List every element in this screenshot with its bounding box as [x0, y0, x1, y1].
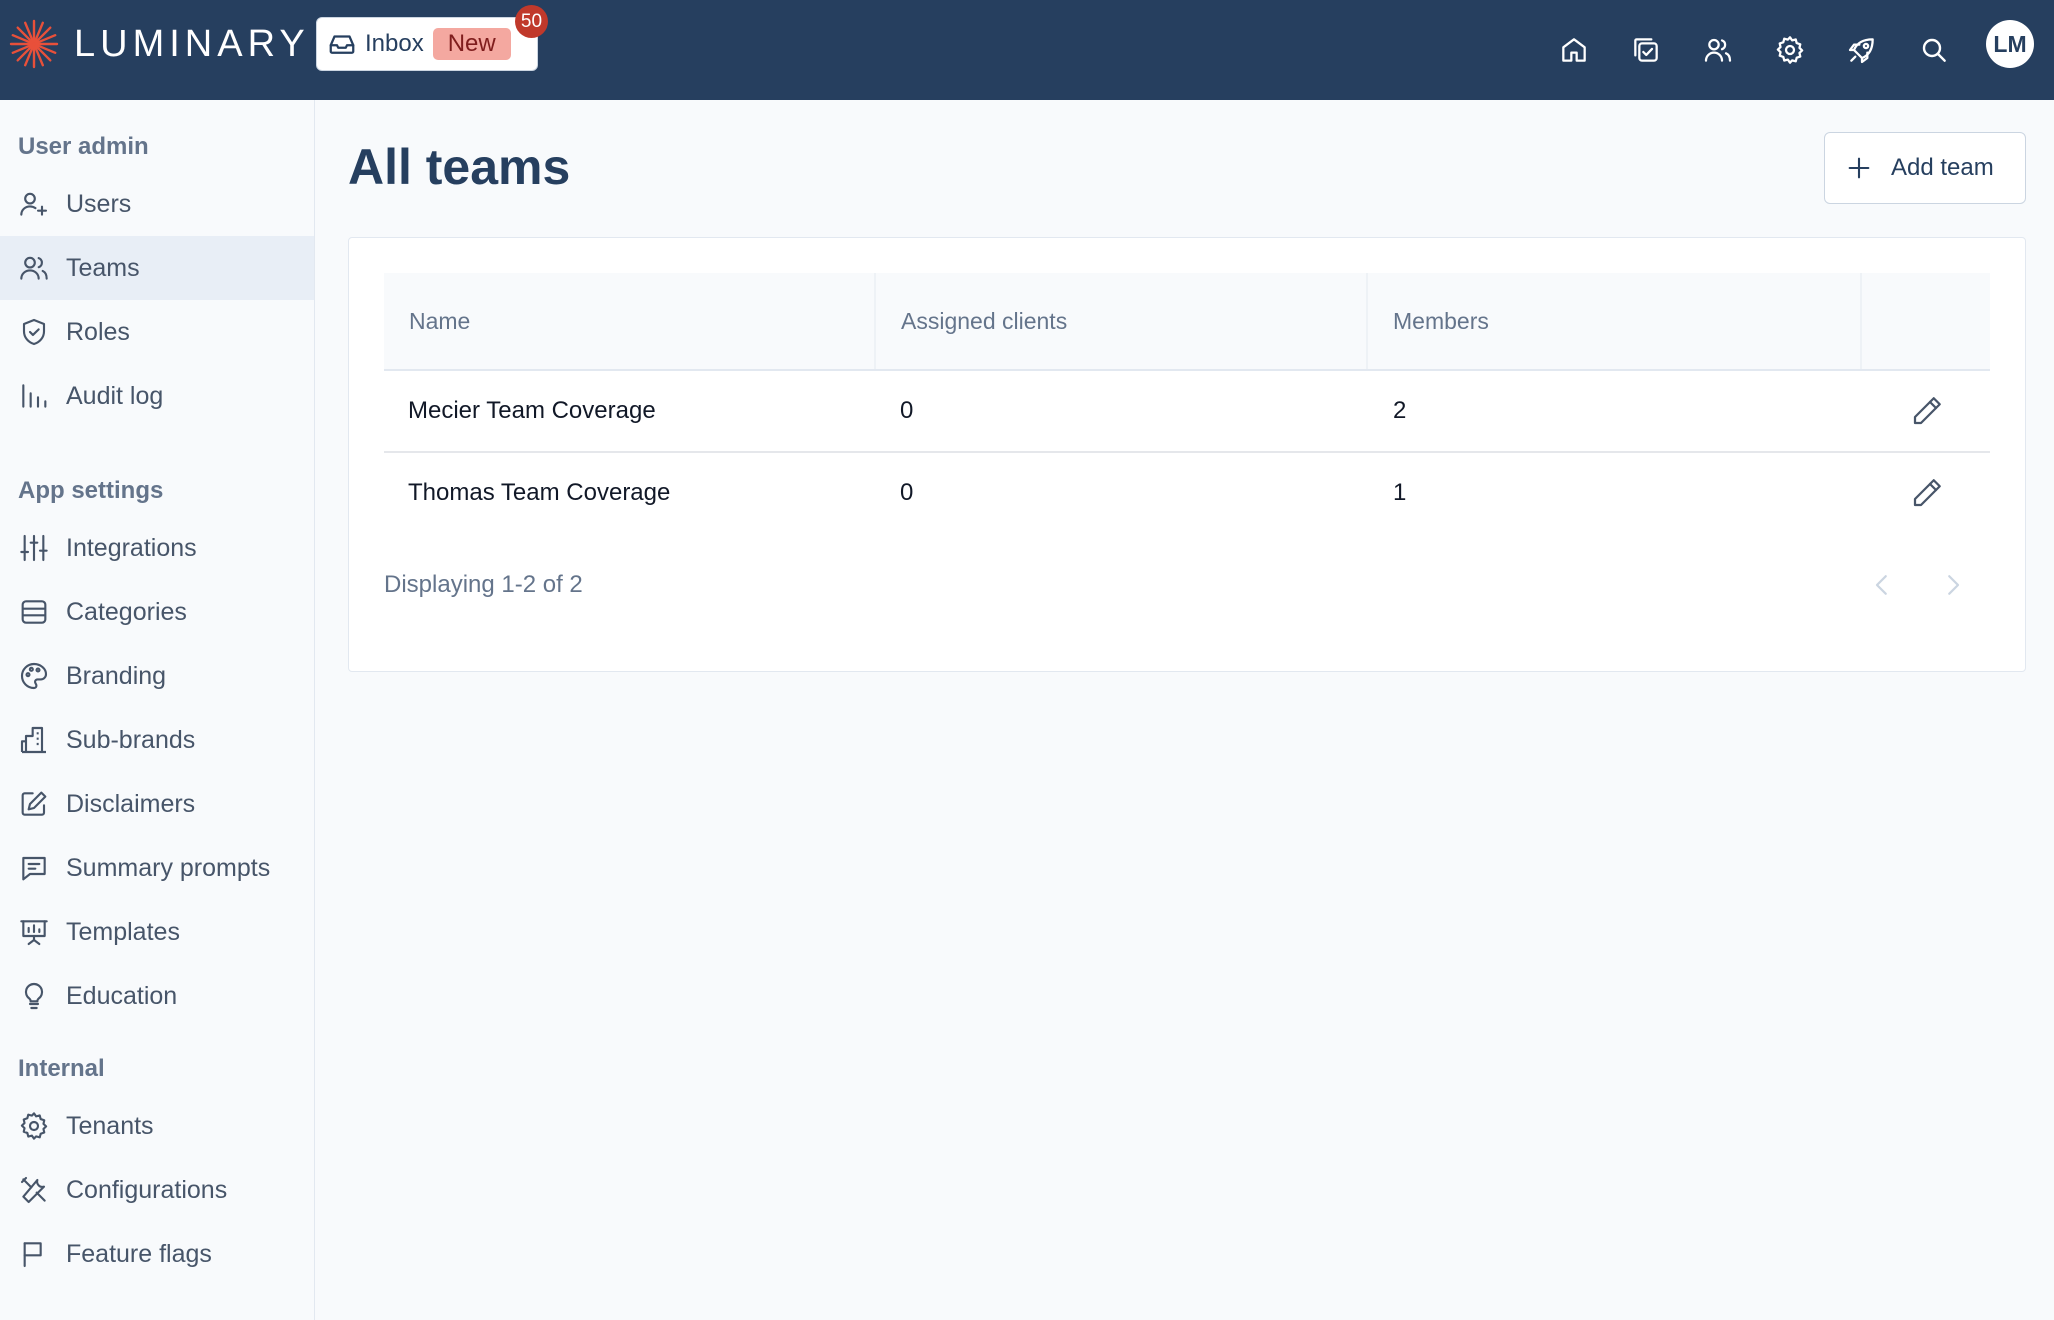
search-icon [1922, 38, 1946, 62]
table-row[interactable]: Mecier Team Coverage 0 2 [384, 371, 1990, 453]
user-plus-icon [20, 192, 48, 216]
sidebar-item-teams[interactable]: Teams [0, 236, 314, 300]
people-icon [1704, 38, 1732, 62]
notification-count-badge: 50 [515, 5, 548, 38]
logo-burst-icon [9, 19, 59, 69]
user-avatar[interactable]: LM [1986, 20, 2034, 68]
table-header: Name Assigned clients Members [384, 273, 1990, 371]
top-nav [1538, 0, 1970, 100]
members-cell: 2 [1393, 397, 1407, 424]
home-button[interactable] [1538, 14, 1610, 86]
section-title-app-settings: App settings [18, 477, 164, 504]
sidebar-item-label: Education [66, 981, 178, 1010]
section-title-internal: Internal [18, 1055, 105, 1082]
sidebar-item-summary-prompts[interactable]: Summary prompts [0, 836, 314, 900]
app-name: LUMINARY [74, 22, 310, 65]
sidebar-item-education[interactable]: Education [0, 964, 314, 1028]
sidebar: User admin Users Teams Roles Audit log A… [0, 100, 315, 1320]
sidebar-item-label: Disclaimers [66, 789, 196, 818]
inbox-button[interactable]: Inbox New [316, 17, 538, 71]
sidebar-item-label: Feature flags [66, 1239, 212, 1268]
sidebar-item-label: Summary prompts [66, 853, 271, 882]
team-name-cell: Mecier Team Coverage [408, 397, 656, 424]
chevron-left-icon[interactable] [1867, 570, 1897, 600]
sidebar-item-tenants[interactable]: Tenants [0, 1094, 314, 1158]
shield-icon [22, 318, 46, 346]
message-icon [22, 856, 46, 881]
tasks-button[interactable] [1610, 14, 1682, 86]
section-title-user-admin: User admin [18, 133, 149, 160]
sidebar-item-label: Tenants [66, 1111, 154, 1140]
sidebar-item-label: Teams [66, 253, 140, 282]
column-header-members[interactable]: Members [1368, 273, 1862, 369]
sidebar-item-categories[interactable]: Categories [0, 580, 314, 644]
sidebar-item-integrations[interactable]: Integrations [0, 516, 314, 580]
column-header-assigned-clients[interactable]: Assigned clients [876, 273, 1368, 369]
palette-icon [20, 662, 48, 690]
column-header-actions [1862, 273, 1990, 369]
tasks-icon [1634, 38, 1658, 62]
rocket-icon [1848, 38, 1874, 64]
sidebar-item-label: Categories [66, 597, 187, 626]
app-logo[interactable]: LUMINARY [8, 18, 310, 70]
sidebar-item-label: Branding [66, 661, 167, 690]
settings-button[interactable] [1754, 14, 1826, 86]
add-team-label: Add team [1891, 154, 1994, 181]
sidebar-item-label: Configurations [66, 1175, 228, 1204]
people-button[interactable] [1682, 14, 1754, 86]
sidebar-item-audit-log[interactable]: Audit log [0, 364, 314, 428]
presentation-icon [20, 920, 48, 946]
sidebar-item-configurations[interactable]: Configurations [0, 1158, 314, 1222]
lightbulb-icon [24, 982, 44, 1010]
gear-icon [20, 1112, 48, 1140]
team-name-cell: Thomas Team Coverage [408, 479, 671, 506]
users-icon [20, 256, 48, 280]
sidebar-item-branding[interactable]: Branding [0, 644, 314, 708]
sidebar-item-feature-flags[interactable]: Feature flags [0, 1222, 314, 1286]
page-title: All teams [348, 139, 571, 195]
sidebar-item-disclaimers[interactable]: Disclaimers [0, 772, 314, 836]
assigned-clients-cell: 0 [900, 397, 914, 424]
sidebar-item-label: Sub-brands [66, 725, 196, 754]
building-icon [20, 726, 46, 754]
sidebar-item-templates[interactable]: Templates [0, 900, 314, 964]
home-icon [1562, 38, 1586, 62]
sidebar-item-label: Templates [66, 917, 180, 946]
inbox-label: Inbox [365, 30, 424, 57]
bar-chart-icon [22, 384, 47, 408]
search-button[interactable] [1898, 14, 1970, 86]
layers-icon [21, 600, 47, 624]
table-row[interactable]: Thomas Team Coverage 0 1 [384, 453, 1990, 535]
sidebar-item-sub-brands[interactable]: Sub-brands [0, 708, 314, 772]
sidebar-item-label: Roles [66, 317, 130, 346]
chevron-right-icon[interactable] [1938, 570, 1968, 600]
members-cell: 1 [1393, 479, 1407, 506]
column-header-name[interactable]: Name [384, 273, 876, 369]
plus-icon [1848, 157, 1870, 179]
teams-table-card: Name Assigned clients Members Mecier Tea… [348, 237, 2026, 672]
pencil-icon[interactable] [1909, 393, 1945, 429]
sidebar-item-roles[interactable]: Roles [0, 300, 314, 364]
sidebar-item-label: Users [66, 189, 132, 218]
edit-icon [21, 791, 47, 816]
launch-button[interactable] [1826, 14, 1898, 86]
sidebar-item-users[interactable]: Users [0, 172, 314, 236]
sidebar-item-label: Integrations [66, 533, 197, 562]
tools-icon [20, 1176, 46, 1204]
pagination-status: Displaying 1-2 of 2 [384, 571, 583, 598]
assigned-clients-cell: 0 [900, 479, 914, 506]
sidebar-item-label: Audit log [66, 381, 164, 410]
sliders-icon [20, 534, 48, 562]
inbox-icon [329, 35, 355, 54]
top-bar: LUMINARY Inbox New 50 LM [0, 0, 2054, 100]
flag-icon [23, 1242, 42, 1268]
add-team-button[interactable]: Add team [1824, 132, 2026, 204]
settings-icon [1776, 36, 1804, 64]
new-badge: New [432, 28, 511, 60]
pencil-icon[interactable] [1909, 475, 1945, 511]
